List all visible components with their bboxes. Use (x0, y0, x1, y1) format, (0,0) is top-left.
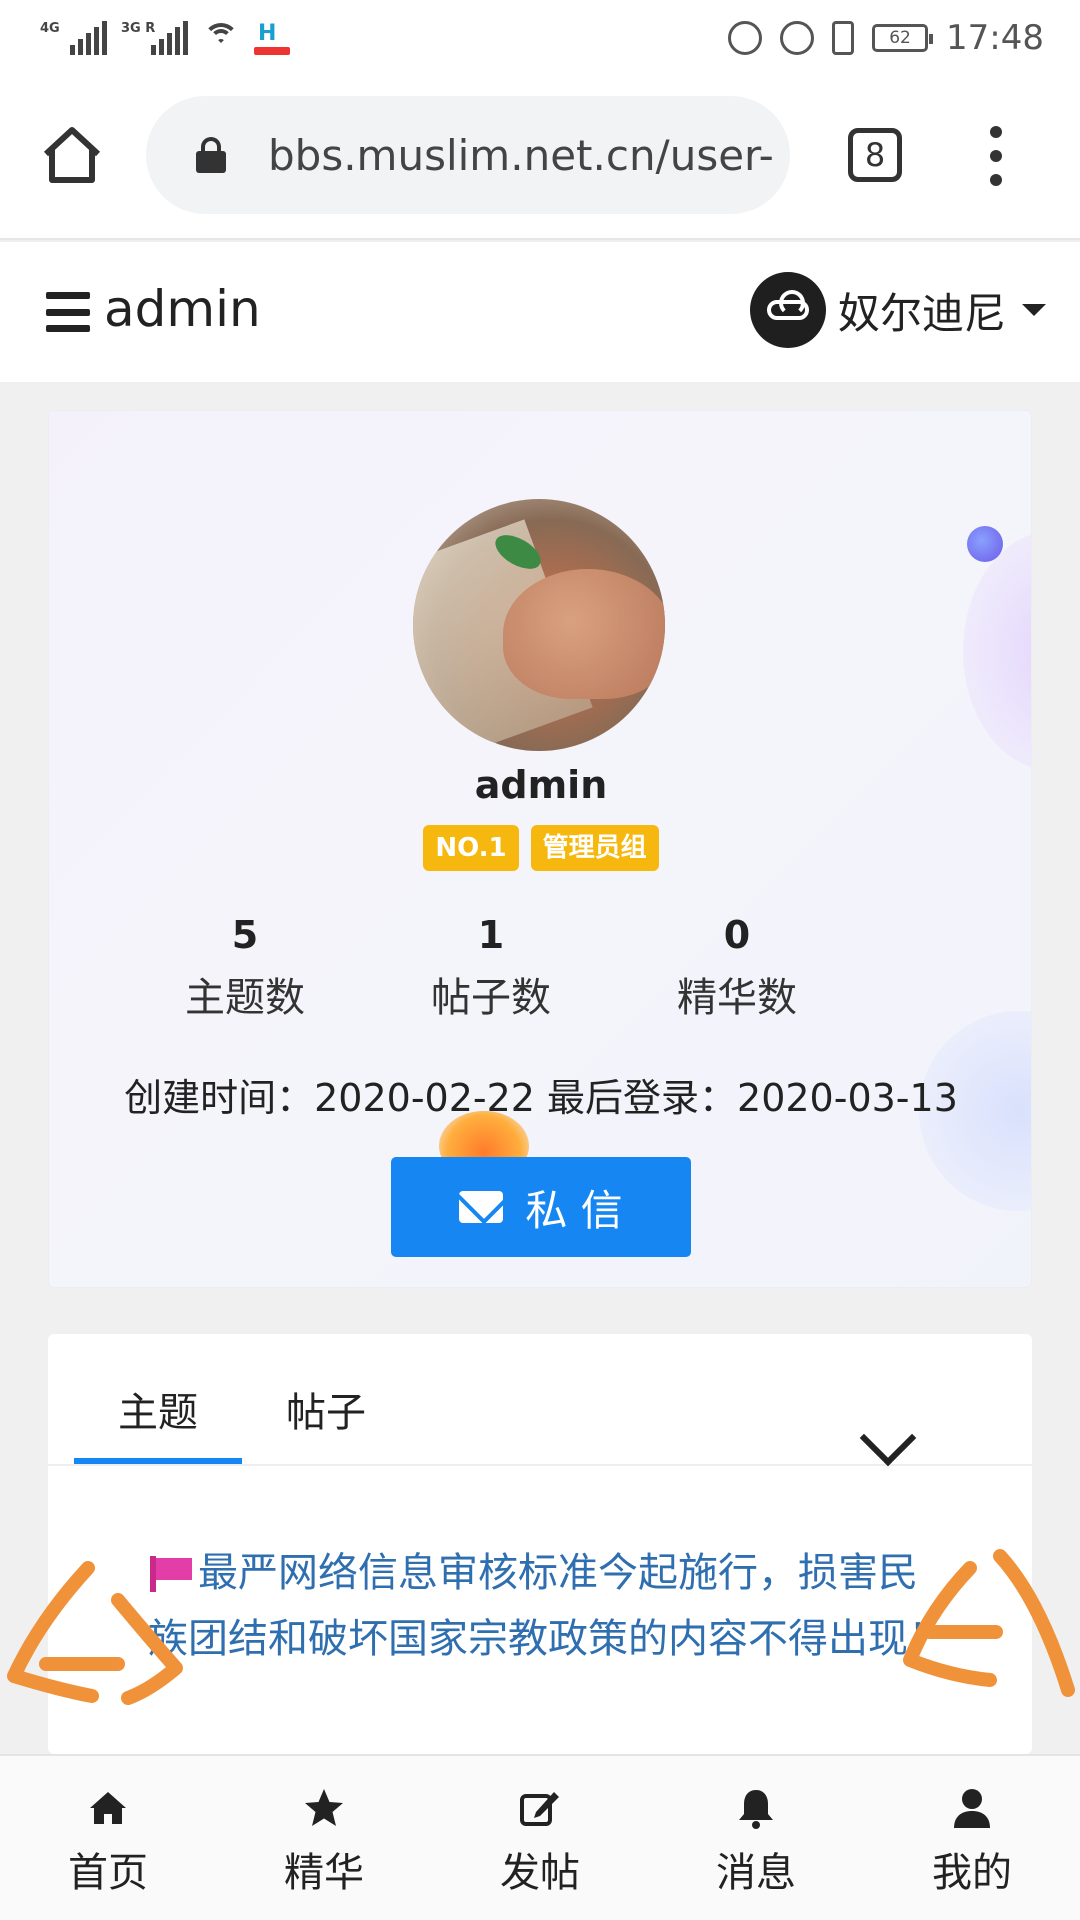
group-badge: 管理员组 (530, 825, 659, 871)
more-menu-icon[interactable] (986, 126, 1006, 186)
user-name: 奴尔迪尼 (838, 288, 1007, 338)
nav-label: 首页 (68, 1850, 148, 1896)
stat-label: 主题数 (185, 975, 305, 1021)
alarm-icon (780, 21, 815, 55)
tab-switcher-button[interactable]: 8 (848, 128, 902, 182)
home-icon[interactable] (40, 124, 104, 188)
active-tab-indicator (74, 1458, 242, 1464)
battery-icon: 62 (872, 24, 934, 52)
address-bar[interactable]: bbs.muslim.net.cn/user- (146, 96, 790, 214)
status-bar: 4G 3G R H 62 17:48 (0, 0, 1080, 76)
stat-value: 1 (477, 913, 505, 957)
profile-avatar (413, 499, 665, 751)
profile-name: admin (474, 763, 608, 807)
stat-posts[interactable]: 1 帖子数 (391, 913, 591, 1023)
rank-badge: NO.1 (423, 825, 519, 871)
nav-messages[interactable]: 消息 (648, 1756, 864, 1920)
vibrate-icon (832, 21, 855, 55)
profile-card: admin NO.1 管理员组 5 主题数 1 帖子数 0 精华数 创建时间：2… (48, 410, 1032, 1288)
url-text: bbs.muslim.net.cn/user- (268, 130, 774, 180)
account-dates: 创建时间：2020-02-22 最后登录：2020-03-13 (124, 1076, 958, 1120)
private-message-label: 私 信 (525, 1185, 623, 1235)
nav-new-post[interactable]: 发帖 (432, 1756, 648, 1920)
nav-label: 发帖 (500, 1850, 580, 1896)
stat-featured[interactable]: 0 精华数 (637, 913, 837, 1023)
stat-topics[interactable]: 5 主题数 (145, 913, 345, 1023)
status-right: 62 17:48 (728, 18, 1044, 58)
app-notification-icon: H (254, 21, 290, 55)
star-icon (305, 1789, 343, 1826)
user-menu[interactable]: 奴尔迪尼 (750, 272, 1047, 348)
lock-icon (196, 137, 226, 173)
status-left: 4G 3G R H (40, 21, 290, 55)
avatar (750, 272, 826, 348)
bell-icon (739, 1790, 773, 1829)
eye-icon (728, 21, 763, 55)
nav-profile[interactable]: 我的 (864, 1756, 1080, 1920)
list-item[interactable]: 最严网络信息审核标准今起施行，损害民族团结和破坏国家宗教政策的内容不得出现！ (148, 1540, 948, 1672)
hamburger-menu-icon[interactable] (46, 292, 90, 332)
browser-toolbar: bbs.muslim.net.cn/user- 8 (0, 76, 1080, 240)
edit-icon (520, 1792, 559, 1826)
site-header: admin 奴尔迪尼 (0, 242, 1080, 382)
nav-home[interactable]: 首页 (0, 1756, 216, 1920)
signal-icon-2: 3G R (121, 21, 188, 55)
private-message-button[interactable]: 私 信 (391, 1157, 691, 1257)
nav-featured[interactable]: 精华 (216, 1756, 432, 1920)
user-icon (954, 1789, 990, 1828)
site-title: admin (104, 280, 261, 338)
envelope-icon (459, 1191, 504, 1223)
cloud-icon (767, 290, 809, 320)
nav-label: 精华 (284, 1850, 364, 1896)
nav-label: 我的 (932, 1850, 1012, 1896)
posts-card: 主题 帖子 最严网络信息审核标准今起施行，损害民族团结和破坏国家宗教政策的内容不… (48, 1334, 1032, 1754)
flag-icon (148, 1556, 192, 1592)
stat-value: 5 (231, 913, 259, 957)
stat-value: 0 (723, 913, 751, 957)
home-icon (90, 1792, 126, 1824)
stat-label: 帖子数 (431, 975, 551, 1021)
nav-label: 消息 (716, 1850, 796, 1896)
chevron-down-icon (1022, 304, 1047, 316)
tab-topics[interactable]: 主题 (118, 1380, 198, 1438)
bottom-nav: 首页 精华 发帖 消息 我的 (0, 1754, 1080, 1920)
badge-row: NO.1 管理员组 (49, 825, 1031, 871)
decorative-orb (967, 526, 1003, 562)
clock: 17:48 (946, 18, 1044, 58)
wifi-icon (202, 23, 240, 53)
decorative-glow (963, 531, 1031, 771)
stat-label: 精华数 (677, 975, 797, 1021)
signal-icon-1: 4G (40, 21, 107, 55)
post-title: 最严网络信息审核标准今起施行，损害民族团结和破坏国家宗教政策的内容不得出现！ (148, 1550, 948, 1662)
tab-posts[interactable]: 帖子 (286, 1380, 366, 1438)
